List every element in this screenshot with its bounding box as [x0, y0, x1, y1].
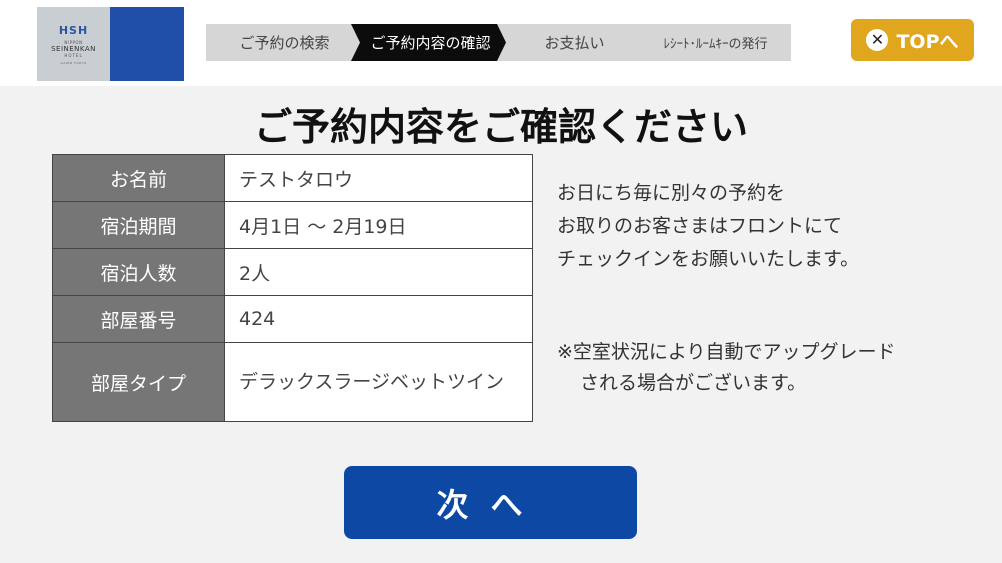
row-value: テストタロウ — [224, 154, 533, 202]
logo-color-block — [110, 7, 184, 81]
page-title: ご予約内容をご確認ください — [253, 105, 748, 149]
notice-line: お日にち毎に別々の予約を — [557, 182, 786, 204]
reservation-table: お名前 テストタロウ 宿泊期間 4月1日 ～ 2月19日 宿泊人数 2人 部屋番… — [52, 154, 533, 422]
step-receipt-key: ﾚｼｰﾄ･ﾙｰﾑｷｰの発行 — [640, 24, 791, 61]
next-button[interactable]: 次へ — [344, 466, 637, 539]
top-button-label: TOPへ — [896, 30, 959, 53]
logo-location-text: GAIEN TOKYO — [60, 60, 87, 65]
row-label: 宿泊人数 — [52, 248, 225, 296]
row-value: デラックスラージベットツイン — [224, 342, 533, 422]
notice-line: お取りのお客さまはフロントにて — [557, 215, 843, 237]
notice-line: ※空室状況により自動でアップグレード — [557, 341, 896, 363]
table-row: 部屋番号 424 — [52, 295, 533, 343]
logo-hotel-text: HOTEL — [64, 52, 83, 58]
logo-panel: HSH NIPPON SEINENKAN HOTEL GAIEN TOKYO — [37, 7, 110, 81]
step-payment: お支払い — [497, 24, 652, 61]
row-label: お名前 — [52, 154, 225, 202]
step-confirm: ご予約内容の確認 — [351, 24, 510, 61]
logo-name: SEINENKAN — [51, 44, 96, 53]
header-bar: HSH NIPPON SEINENKAN HOTEL GAIEN TOKYO ご… — [0, 0, 1002, 86]
checkin-notice: お日にち毎に別々の予約を お取りのお客さまはフロントにて チェックインをお願いい… — [557, 177, 977, 276]
row-value: 4月1日 ～ 2月19日 — [224, 201, 533, 249]
table-row: 宿泊人数 2人 — [52, 248, 533, 296]
close-icon: ✕ — [866, 29, 889, 51]
table-row: 宿泊期間 4月1日 ～ 2月19日 — [52, 201, 533, 249]
row-label: 部屋タイプ — [52, 342, 225, 422]
table-row: 部屋タイプ デラックスラージベットツイン — [52, 342, 533, 422]
hotel-logo: HSH NIPPON SEINENKAN HOTEL GAIEN TOKYO — [37, 7, 184, 81]
row-label: 部屋番号 — [52, 295, 225, 343]
notice-line: される場合がございます。 — [580, 372, 807, 394]
step-search: ご予約の検索 — [206, 24, 363, 61]
logo-mark: HSH — [58, 23, 89, 37]
row-value: 424 — [224, 295, 533, 343]
table-row: お名前 テストタロウ — [52, 154, 533, 202]
top-button[interactable]: ✕ TOPへ — [851, 19, 974, 61]
upgrade-notice: ※空室状況により自動でアップグレード される場合がございます。 — [557, 337, 977, 399]
notice-line: チェックインをお願いいたします。 — [557, 248, 860, 270]
progress-steps: ご予約の検索 ご予約内容の確認 お支払い ﾚｼｰﾄ･ﾙｰﾑｷｰの発行 — [206, 24, 791, 61]
row-value: 2人 — [224, 248, 533, 296]
row-label: 宿泊期間 — [52, 201, 225, 249]
